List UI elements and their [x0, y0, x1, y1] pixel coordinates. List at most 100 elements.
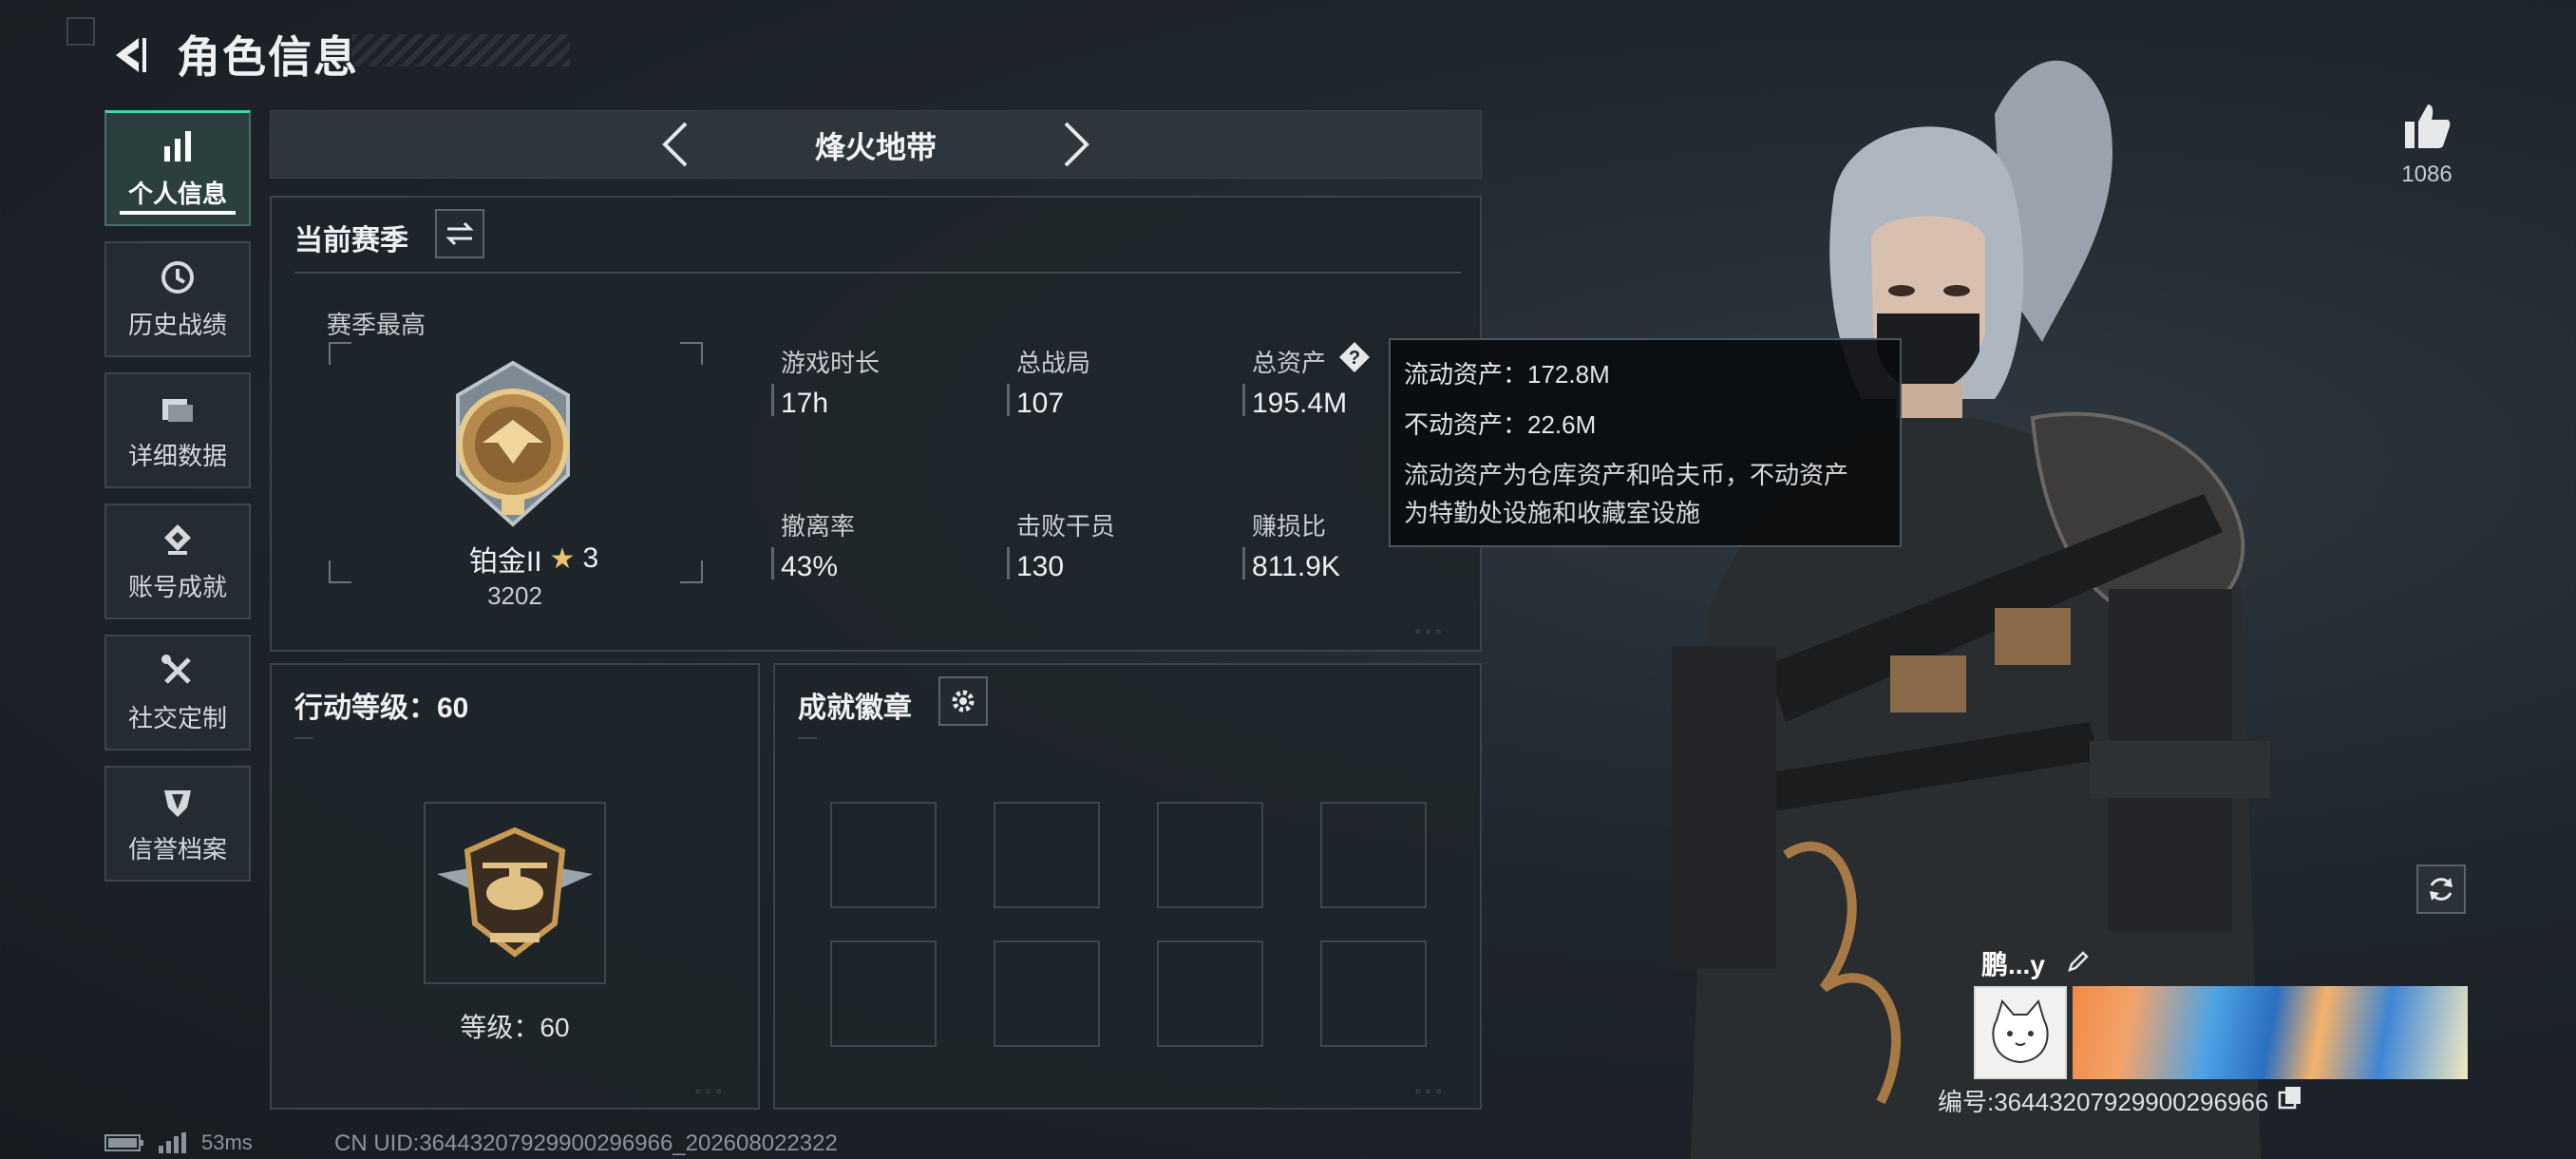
- back-button[interactable]: [103, 27, 160, 84]
- stat-label-kills: 击败干员: [1016, 512, 1116, 541]
- action-level-title: 行动等级：60: [294, 693, 469, 724]
- platinum-rank-emblem-icon: [456, 360, 570, 527]
- achievement-slot[interactable]: [1320, 802, 1427, 908]
- assets-tooltip: 流动资产：172.8M 不动资产：22.6M 流动资产为仓库资产和哈夫币，不动资…: [1389, 338, 1902, 547]
- edit-icon[interactable]: [2066, 949, 2091, 980]
- rank-name: 铂金II: [468, 546, 542, 578]
- star-icon: ★: [549, 542, 576, 575]
- chevron-left-icon: [662, 122, 688, 167]
- sidebar-item-label: 社交定制: [127, 703, 227, 732]
- cat-avatar-icon: [1992, 998, 2049, 1064]
- stat-value-play-time: 17h: [781, 388, 829, 419]
- achievement-slot[interactable]: [994, 802, 1100, 908]
- rank-score: 3202: [487, 581, 542, 610]
- profile-banner: [2073, 986, 2468, 1079]
- achievement-slot[interactable]: [830, 802, 937, 908]
- likes-count: 1086: [2401, 162, 2453, 187]
- title-decoration: [351, 34, 570, 66]
- shield-icon: [164, 789, 191, 817]
- achievement-slot[interactable]: [1320, 940, 1427, 1047]
- bar-chart-icon: [164, 131, 191, 162]
- card-name: 鹏...y: [1981, 944, 2091, 982]
- avatar[interactable]: [1974, 986, 2067, 1079]
- mode-prev-button[interactable]: [650, 114, 701, 175]
- folder-icon: [162, 398, 193, 422]
- sidebar-item-history[interactable]: 历史战绩: [104, 241, 251, 357]
- back-arrow-icon: [116, 38, 146, 72]
- stat-label-profit-ratio: 赚损比: [1252, 512, 1327, 541]
- rank-label: 铂金II ★ 3: [439, 538, 629, 580]
- clock-icon: [161, 260, 194, 294]
- stat-divider: [1007, 384, 1010, 416]
- stat-label-extract-rate: 撤离率: [781, 512, 856, 541]
- sidebar-item-detail-data[interactable]: 详细数据: [104, 372, 251, 488]
- achievement-slot[interactable]: [1157, 940, 1263, 1047]
- mode-name: 烽火地带: [814, 130, 937, 164]
- tooltip-liquid-assets: 流动资产：172.8M: [1404, 360, 1610, 389]
- badge-icon: [164, 523, 191, 555]
- stat-label-total-matches: 总战局: [1016, 349, 1091, 377]
- swap-icon: [445, 221, 474, 246]
- rank-emblem: [426, 357, 600, 532]
- tooltip-description-line2: 为特勤处设施和收藏室设施: [1404, 499, 1701, 527]
- ping-text: 53ms: [201, 1130, 253, 1154]
- thumbs-up-icon: [2405, 104, 2451, 148]
- stat-divider: [771, 547, 774, 580]
- tools-icon: [161, 654, 191, 684]
- achievement-settings-button[interactable]: [938, 676, 988, 726]
- mode-next-button[interactable]: [1051, 114, 1102, 175]
- sidebar-item-label: 个人信息: [127, 180, 227, 208]
- stat-value-total-matches: 107: [1016, 388, 1065, 419]
- achievement-slot[interactable]: [1157, 802, 1263, 908]
- stat-value-total-assets: 195.4M: [1252, 388, 1348, 419]
- likes[interactable]: 1086: [2375, 101, 2479, 188]
- signal-icon: [159, 1132, 186, 1153]
- refresh-button[interactable]: [2416, 864, 2466, 914]
- copy-icon[interactable]: [2278, 1085, 2302, 1116]
- divider: [798, 737, 817, 739]
- stat-divider: [771, 384, 774, 416]
- stat-label-total-assets: 总资产: [1252, 349, 1327, 377]
- card-id-text: 编号:3644320792990029​6966: [1938, 1088, 2269, 1116]
- stat-divider: [1242, 547, 1245, 580]
- svg-text:?: ?: [1349, 348, 1360, 369]
- season-best-label: 赛季最高: [327, 311, 426, 339]
- sidebar-item-social[interactable]: 社交定制: [104, 635, 251, 750]
- sidebar-item-reputation[interactable]: 信誉档案: [104, 766, 251, 882]
- stat-value-extract-rate: 43%: [781, 551, 839, 582]
- achievement-slot[interactable]: [830, 940, 937, 1047]
- panel-corner-deco: ▫▫▫: [695, 1083, 727, 1098]
- action-level-text: 等级：60: [460, 1013, 570, 1042]
- question-icon: ?: [1339, 342, 1370, 372]
- uid-text: CN UID:36443207929900296966_202608022322: [334, 1130, 838, 1156]
- sidebar-item-label: 详细数据: [127, 441, 227, 470]
- stat-label-play-time: 游戏时长: [781, 349, 881, 377]
- assets-help-button[interactable]: ?: [1337, 340, 1372, 374]
- rank-stars: 3: [582, 542, 599, 574]
- season-title: 当前赛季: [294, 225, 408, 256]
- divider: [294, 737, 313, 739]
- footer-status: 53ms: [104, 1130, 253, 1155]
- sidebar-item-achievements[interactable]: 账号成就: [104, 504, 251, 619]
- page-title: 角色信息: [177, 32, 359, 82]
- panel-corner-deco: ▫▫▫: [1415, 623, 1447, 638]
- stat-value-profit-ratio: 811.9K: [1252, 551, 1340, 582]
- helicopter-emblem-icon: [437, 826, 593, 958]
- tooltip-description-line1: 流动资产为仓库资产和哈夫币，不动资产: [1404, 461, 1849, 489]
- stat-value-kills: 130: [1016, 551, 1065, 582]
- achievement-title: 成就徽章: [798, 693, 912, 724]
- divider: [294, 272, 1461, 274]
- corner-decoration: [66, 17, 95, 46]
- sidebar-item-label: 信誉档案: [127, 834, 227, 864]
- stat-divider: [1007, 547, 1010, 580]
- stat-divider: [1242, 384, 1245, 416]
- achievement-slot[interactable]: [994, 940, 1100, 1047]
- battery-icon: [104, 1134, 143, 1151]
- sidebar-item-personal-info[interactable]: 个人信息: [104, 110, 251, 226]
- card-name-text: 鹏...y: [1981, 950, 2045, 979]
- card-id: 编号:3644320792990029​6966: [1938, 1083, 2302, 1118]
- season-switch-button[interactable]: [435, 209, 484, 258]
- tooltip-fixed-assets: 不动资产：22.6M: [1404, 410, 1597, 439]
- action-level-emblem: [433, 817, 597, 969]
- refresh-icon: [2430, 878, 2453, 901]
